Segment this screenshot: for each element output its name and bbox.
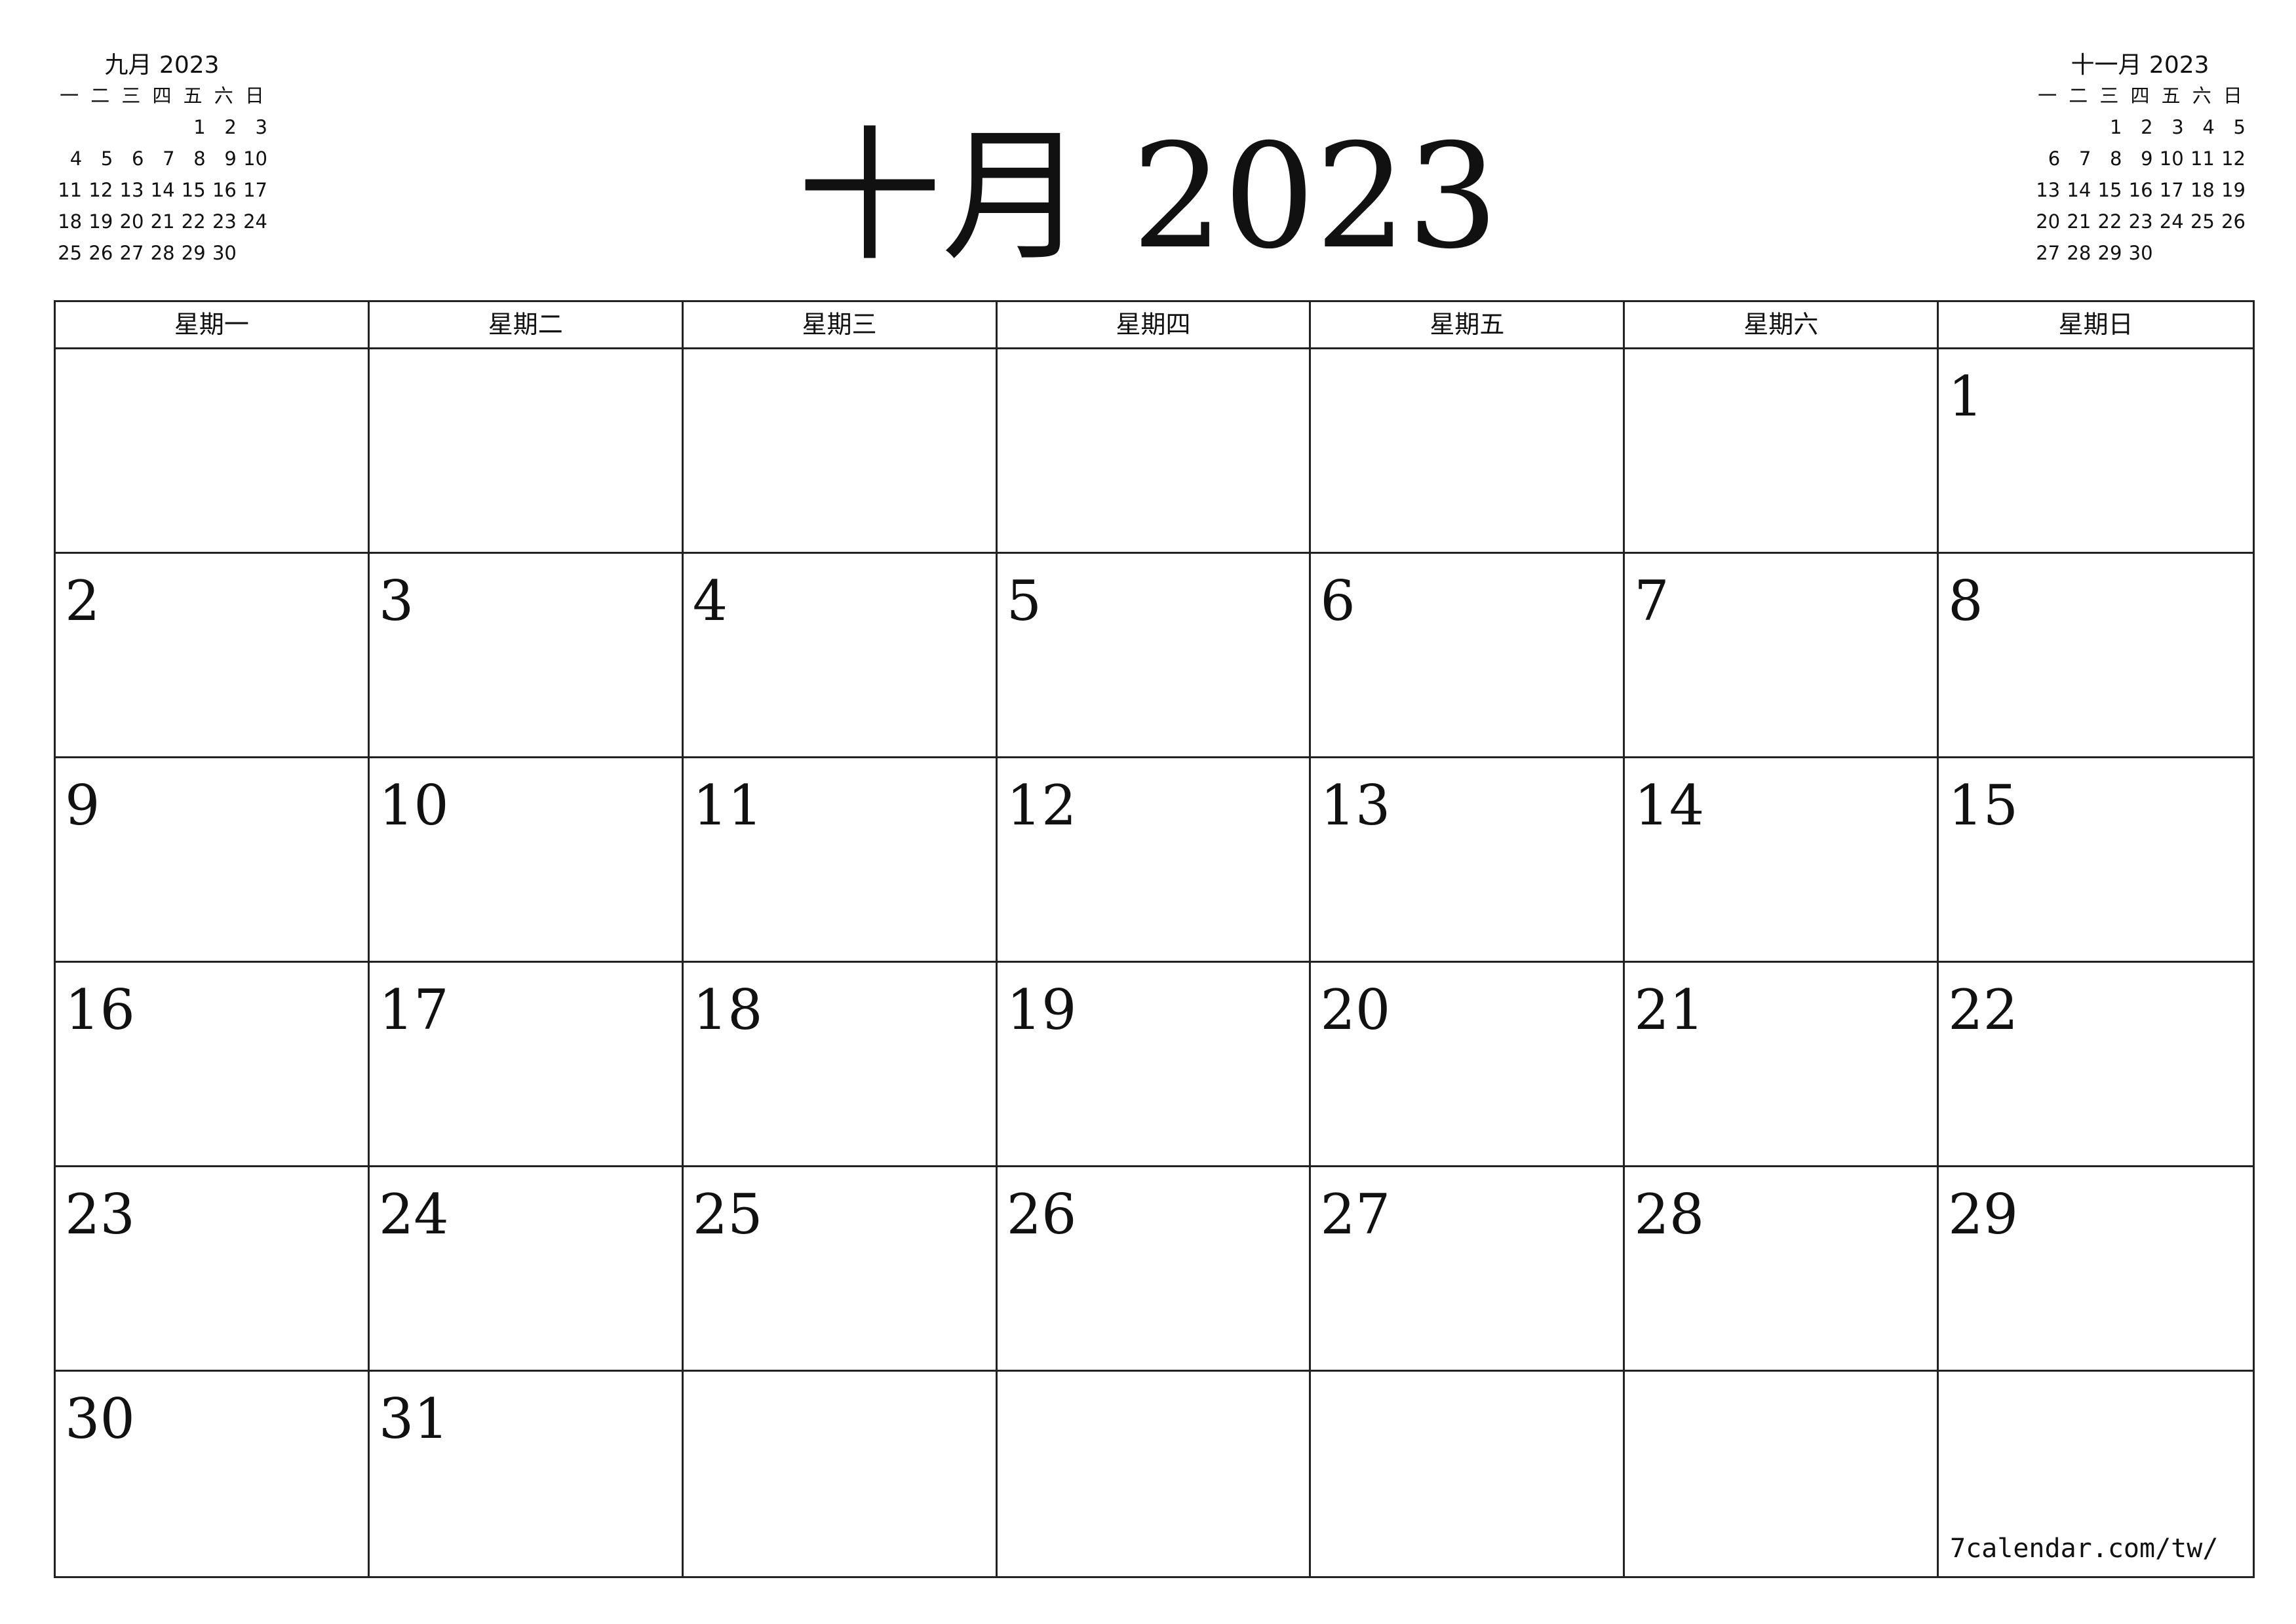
day-number: 11: [692, 773, 763, 838]
day-number: 6: [1320, 569, 1355, 633]
day-number: 22: [1948, 978, 2019, 1042]
day-cell: 23: [56, 1167, 370, 1372]
day-number: 1: [1948, 364, 1983, 429]
day-cell: 3: [369, 554, 684, 758]
weekday-header-row: 星期一 星期二 星期三 星期四 星期五 星期六 星期日: [56, 302, 2253, 349]
day-cell: 20: [1311, 963, 1625, 1167]
day-cell: 12: [997, 758, 1312, 963]
day-number: 15: [1948, 773, 2019, 838]
day-cell: [684, 1372, 998, 1576]
day-cell: 16: [56, 963, 370, 1167]
month-grid: 星期一 星期二 星期三 星期四 星期五 星期六 星期日 1 2 3 4 5 6 …: [54, 300, 2255, 1578]
day-number: 26: [1006, 1182, 1077, 1247]
day-cell: 30: [56, 1372, 370, 1576]
day-cell: [1311, 1372, 1625, 1576]
day-cell: 1: [1939, 349, 2253, 554]
day-cell: [56, 349, 370, 554]
day-number: 5: [1006, 569, 1042, 633]
weekday-header: 星期二: [370, 302, 684, 347]
day-cell: 7: [1625, 554, 1939, 758]
day-number: 13: [1320, 773, 1391, 838]
day-cell: 28: [1625, 1167, 1939, 1372]
weekday-header: 星期一: [56, 302, 370, 347]
day-cell: 2: [56, 554, 370, 758]
day-number: 9: [65, 773, 100, 838]
day-cell: 22: [1939, 963, 2253, 1167]
day-number: 17: [378, 978, 449, 1042]
weekday-header: 星期四: [998, 302, 1312, 347]
day-cell: [997, 349, 1312, 554]
day-cell: 19: [997, 963, 1312, 1167]
day-number: 18: [692, 978, 763, 1042]
day-cell: 18: [683, 963, 998, 1167]
day-cell: 5: [997, 554, 1312, 758]
day-cell: 11: [683, 758, 998, 963]
mini-calendar-title: 十一月 2023: [2071, 52, 2209, 79]
day-cell: [1625, 349, 1939, 554]
day-cell: [369, 349, 684, 554]
mini-calendar-title: 九月 2023: [104, 52, 220, 79]
day-number: 20: [1320, 978, 1391, 1042]
weekday-header: 星期日: [2058, 310, 2133, 339]
day-number: 28: [1634, 1182, 1705, 1247]
day-cell: 26: [997, 1167, 1312, 1372]
day-number: 2: [65, 569, 100, 633]
day-number: 12: [1006, 773, 1077, 838]
day-number: 29: [1948, 1182, 2019, 1247]
day-number: 31: [378, 1387, 449, 1451]
day-cell: 24: [369, 1167, 684, 1372]
day-cell: 21: [1625, 963, 1939, 1167]
day-number: 24: [378, 1182, 449, 1247]
day-cell: 8: [1939, 554, 2253, 758]
day-cell: 15: [1939, 758, 2253, 963]
day-cell: [998, 1372, 1312, 1576]
day-number: 7: [1634, 569, 1669, 633]
day-number: 30: [65, 1387, 135, 1451]
day-number: 27: [1320, 1182, 1391, 1247]
day-cell: 6: [1311, 554, 1625, 758]
day-cell: [683, 349, 998, 554]
day-cell: 31: [370, 1372, 684, 1576]
footer-url: 7calendar.com/tw/: [1950, 1534, 2219, 1564]
day-number: 21: [1634, 978, 1705, 1042]
day-number: 19: [1006, 978, 1077, 1042]
day-number: 10: [378, 773, 449, 838]
day-cell: 10: [369, 758, 684, 963]
day-cell: 25: [683, 1167, 998, 1372]
day-cell: 4: [683, 554, 998, 758]
weekday-header: 星期五: [1311, 302, 1625, 347]
day-number: 25: [692, 1182, 763, 1247]
day-number: 8: [1948, 569, 1983, 633]
day-cell: 14: [1625, 758, 1939, 963]
day-cells: 1 2 3 4 5 6 7 8 9 10 11 12 13 14 15 16 1…: [56, 349, 2253, 1576]
page-title: 十月 2023: [797, 113, 1499, 280]
day-cell: 29: [1939, 1167, 2253, 1372]
day-number: 4: [692, 569, 728, 633]
day-number: 23: [65, 1182, 135, 1247]
day-cell: 27: [1311, 1167, 1625, 1372]
day-cell: [1625, 1372, 1939, 1576]
day-number: 3: [378, 569, 414, 633]
day-cell: 13: [1311, 758, 1625, 963]
weekday-header: 星期三: [684, 302, 998, 347]
day-cell: 17: [369, 963, 684, 1167]
day-cell: 9: [56, 758, 370, 963]
day-number: 16: [65, 978, 135, 1042]
weekday-header: 星期六: [1625, 302, 1939, 347]
day-cell: [1311, 349, 1625, 554]
day-number: 14: [1634, 773, 1705, 838]
